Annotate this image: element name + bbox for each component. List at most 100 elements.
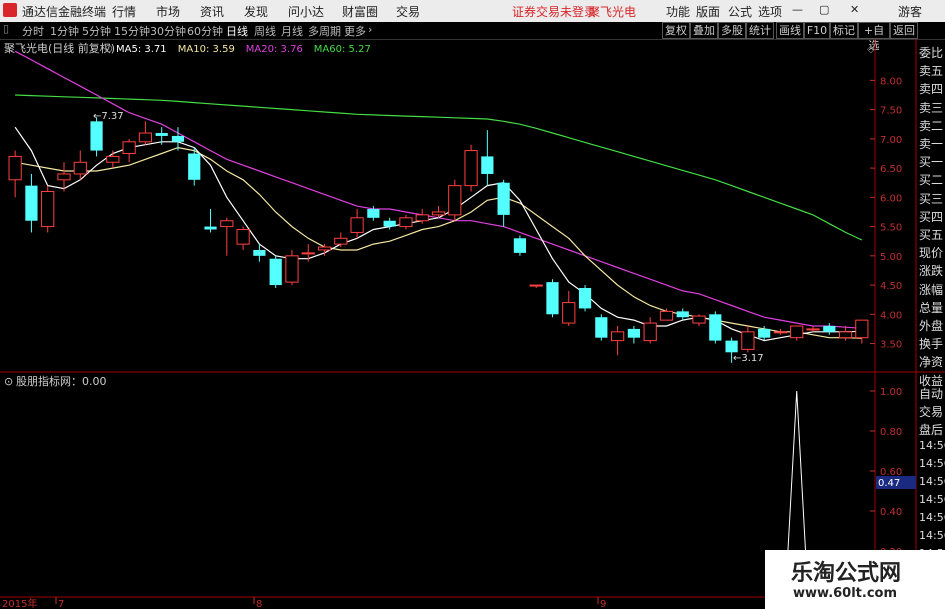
ma-legend-item: MA10: 3.59 (178, 44, 235, 55)
toggle-icon[interactable]: ▯ (3, 22, 9, 35)
quote-panel-label: 买二 (919, 173, 944, 188)
period-tab-weekly[interactable]: 周线 (254, 23, 276, 39)
quote-panel-label: 外盘 (919, 319, 944, 333)
menu-item-wealth[interactable]: 财富圈 (342, 3, 378, 20)
add-favorite-button[interactable]: +自选 (858, 22, 890, 52)
candle-body-up (529, 284, 543, 287)
candle-body-down (25, 185, 38, 221)
menu-item-trade[interactable]: 交易 (396, 3, 420, 20)
candle-body-down (546, 282, 559, 315)
indicator-settings-icon[interactable]: ⊙ (4, 375, 13, 388)
candle-body-up (122, 141, 136, 154)
menu-item-news[interactable]: 资讯 (200, 3, 224, 20)
period-tab-5min[interactable]: 5分钟 (82, 23, 111, 39)
quote-panel-label: 委比 (919, 46, 944, 60)
quote-panel-label: 卖三 (919, 100, 944, 115)
period-tab-monthly[interactable]: 月线 (281, 23, 303, 39)
candle-body-down (383, 220, 396, 227)
low-price-label: ←3.17 (733, 353, 764, 364)
candle-body-up (285, 255, 299, 283)
x-axis-label-jul: 7 (58, 599, 64, 609)
draw-button[interactable]: 画线 (776, 22, 804, 39)
candle-body-down (578, 287, 592, 309)
candle-body-down (676, 311, 689, 318)
candle-body-up (399, 217, 413, 228)
trade-panel-label: 14:56 (919, 457, 945, 470)
annotate-button[interactable]: 标记 (830, 22, 858, 39)
quote-panel-label: 卖一 (919, 137, 944, 151)
trade-panel-label: 14:56 (919, 529, 945, 542)
trade-login-notice[interactable]: 证券交易未登录 (512, 3, 596, 20)
chart-canvas[interactable]: 8.00 7.50 7.00 6.50 6.00 5.50 5.00 4.50 4.00 3.50… (0, 39, 945, 609)
sub-tick-label: 0.80 (880, 427, 902, 438)
menu-item-quotes[interactable]: 行情 (112, 3, 136, 20)
candle-body-up (415, 214, 429, 222)
menu-item-formula[interactable]: 公式 (728, 3, 752, 20)
menu-item-layout[interactable]: 版面 (696, 3, 720, 20)
trade-panel-label: 自动 (919, 387, 944, 401)
indicator-title: 股朋指标网：0.00 (16, 374, 107, 388)
y-tick-label: 7.00 (880, 135, 902, 146)
candle-body-down (269, 258, 282, 286)
period-tab-15min[interactable]: 15分钟 (114, 23, 150, 39)
stock-name-link[interactable]: 聚飞光电 (588, 3, 636, 20)
back-button[interactable]: 返回 (890, 22, 918, 39)
candle-body-up (8, 155, 22, 181)
quote-panel-label: 买一 (919, 155, 944, 170)
menu-item-discover[interactable]: 发现 (244, 3, 268, 20)
menu-item-market[interactable]: 市场 (156, 3, 180, 20)
y-tick-label: 7.50 (880, 106, 902, 117)
candle-body-up (334, 237, 348, 245)
candle-body-down (204, 226, 217, 230)
candle-body-down (709, 314, 722, 341)
ma20-line (14, 50, 862, 329)
stats-button[interactable]: 统计 (746, 22, 774, 39)
quote-panel-label: 买三 (919, 191, 944, 206)
ma-legend-item: MA20: 3.76 (246, 44, 303, 55)
candle-body-up (73, 161, 87, 175)
candle-body-up (838, 331, 853, 339)
f10-button[interactable]: F10 (804, 22, 830, 39)
candle-body-up (220, 220, 234, 228)
app-logo-icon (3, 3, 17, 17)
minimize-icon[interactable]: — (792, 3, 803, 16)
trade-panel-label: 14:56 (919, 511, 945, 524)
close-icon[interactable]: ✕ (850, 3, 859, 16)
candle-body-up (562, 302, 576, 324)
candle-body-up (236, 229, 250, 245)
period-tab-60min[interactable]: 60分钟 (187, 23, 223, 39)
period-tab-1min[interactable]: 1分钟 (50, 23, 79, 39)
period-tab-more[interactable]: 更多 (344, 23, 366, 39)
restore-icon[interactable]: ▢ (819, 3, 829, 16)
more-arrow-icon[interactable]: › (368, 23, 372, 36)
candle-body-up (138, 132, 153, 143)
sub-tick-label: 1.00 (880, 387, 902, 398)
period-tab-multi[interactable]: 多周期 (308, 23, 341, 39)
menu-item-assistant[interactable]: 问小达 (288, 3, 324, 20)
candle-body-up (790, 325, 804, 339)
ma-legend-item: MA60: 5.27 (314, 44, 371, 55)
menu-item-function[interactable]: 功能 (666, 3, 690, 20)
trade-panel-label: 14:56 (919, 493, 945, 506)
multi-stock-button[interactable]: 多股 (718, 22, 746, 39)
candle-body-down (627, 328, 641, 338)
y-tick-label: 5.50 (880, 223, 902, 234)
period-tab-30min[interactable]: 30分钟 (150, 23, 186, 39)
adjust-button[interactable]: 复权 (662, 22, 690, 39)
user-label[interactable]: 游客 (898, 3, 922, 20)
candle-body-up (855, 319, 869, 339)
x-axis-label-year: 2015年 (2, 597, 37, 609)
menu-item-options[interactable]: 选项 (758, 3, 782, 20)
candle-body-up (448, 185, 462, 216)
candle-body-up (659, 310, 674, 321)
overlay-button[interactable]: 叠加 (690, 22, 718, 39)
candle-body-down (367, 209, 380, 218)
period-tab-intraday[interactable]: 分时 (22, 23, 44, 39)
settings-icon[interactable]: ⊙ (104, 42, 113, 55)
period-tab-daily[interactable]: 日线 (226, 23, 248, 39)
candle-body-up (350, 217, 364, 233)
diamond-icon[interactable]: ◇ (867, 44, 875, 55)
ma10-path (14, 146, 862, 339)
candle-body-down (171, 135, 185, 142)
quote-panel-label: 买五 (919, 228, 944, 242)
